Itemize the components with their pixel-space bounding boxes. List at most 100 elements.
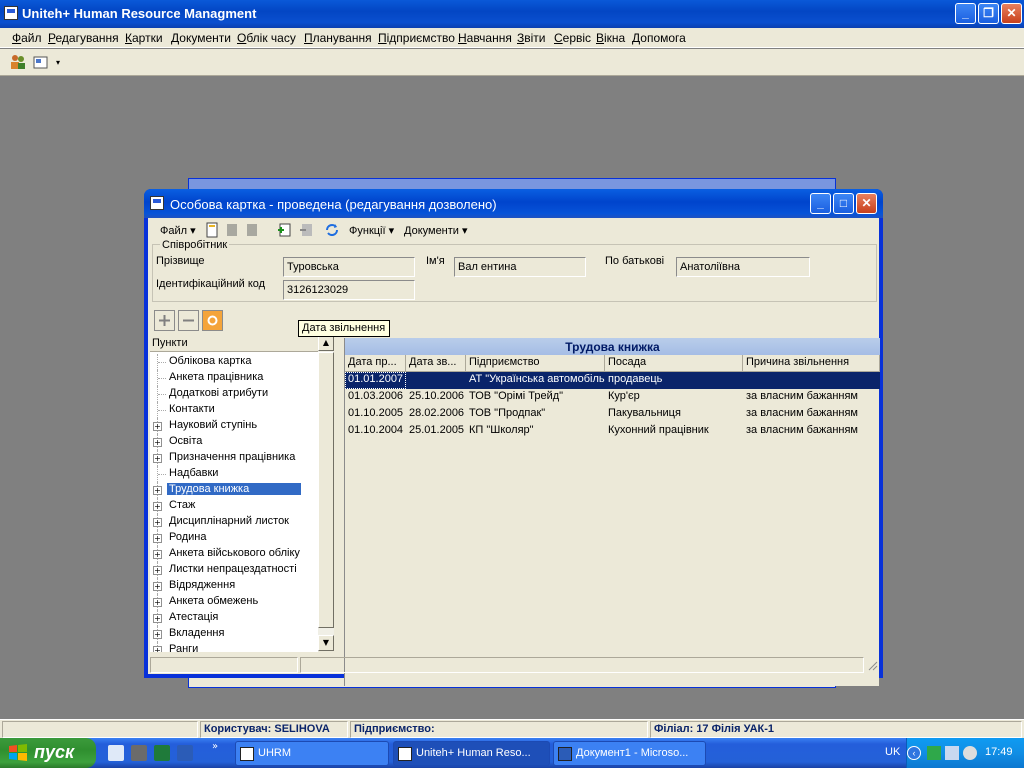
display-icon[interactable]: [945, 746, 959, 760]
dialog-close-button[interactable]: ✕: [856, 193, 877, 214]
resize-grip-icon[interactable]: [866, 659, 878, 671]
menu-enterprise[interactable]: Підприємство: [378, 31, 455, 45]
start-button[interactable]: пуск: [0, 738, 96, 768]
remove-item-button[interactable]: [178, 310, 199, 331]
tree-item[interactable]: Контакти: [150, 402, 318, 418]
expand-toggle-icon[interactable]: +: [153, 646, 162, 652]
minimize-button[interactable]: _: [955, 3, 976, 24]
volume-icon[interactable]: [963, 746, 977, 760]
expand-toggle-icon[interactable]: +: [153, 614, 162, 623]
expand-toggle-icon[interactable]: +: [153, 454, 162, 463]
tree-item[interactable]: + Освіта: [150, 434, 318, 450]
paste-icon[interactable]: [244, 222, 260, 238]
delete-record-icon[interactable]: [298, 222, 314, 238]
tree-item[interactable]: + Ранги: [150, 642, 318, 652]
column-header-hire-date[interactable]: Дата пр...: [345, 355, 406, 372]
tree-item[interactable]: + Відрядження: [150, 578, 318, 594]
tree-item[interactable]: + Листки непрацездатності: [150, 562, 318, 578]
name-field[interactable]: Вал ентина: [454, 257, 586, 277]
dialog-menu-documents[interactable]: Документи ▾: [404, 224, 468, 237]
dialog-menu-functions[interactable]: Функції ▾: [349, 224, 394, 237]
menu-service[interactable]: Сервіс: [554, 31, 591, 45]
tree-item[interactable]: + Дисциплінарний листок: [150, 514, 318, 530]
tree-item[interactable]: + Атестація: [150, 610, 318, 626]
menu-training[interactable]: Навчання: [458, 31, 512, 45]
tree-item[interactable]: + Стаж: [150, 498, 318, 514]
menu-edit[interactable]: Редагування: [48, 31, 119, 45]
expand-toggle-icon[interactable]: +: [153, 518, 162, 527]
language-indicator[interactable]: UK: [885, 746, 900, 758]
table-row[interactable]: 01.03.2006 25.10.2006 ТОВ "Орімі Трейд" Кур…: [345, 389, 880, 406]
expand-toggle-icon[interactable]: +: [153, 598, 162, 607]
scroll-up-button[interactable]: ▲: [318, 335, 334, 351]
people-icon[interactable]: [9, 53, 27, 71]
tree-item[interactable]: + Анкета обмежень: [150, 594, 318, 610]
expand-toggle-icon[interactable]: +: [153, 502, 162, 511]
add-record-icon[interactable]: [276, 222, 292, 238]
tree-item[interactable]: + Призначення працівника: [150, 450, 318, 466]
card-icon[interactable]: [32, 53, 50, 71]
dialog-maximize-button[interactable]: □: [833, 193, 854, 214]
column-header-dismissal-date[interactable]: Дата зв...: [406, 355, 466, 372]
dialog-minimize-button[interactable]: _: [810, 193, 831, 214]
expand-toggle-icon[interactable]: +: [153, 486, 162, 495]
network-icon[interactable]: [927, 746, 941, 760]
tree-item[interactable]: + Вкладення: [150, 626, 318, 642]
expand-toggle-icon[interactable]: +: [153, 534, 162, 543]
tree-item[interactable]: Облікова картка: [150, 354, 318, 370]
copy-icon[interactable]: [224, 222, 240, 238]
dropdown-arrow-icon[interactable]: ▾: [56, 58, 60, 67]
tree-item[interactable]: + Трудова книжка: [150, 482, 318, 498]
tree-item-label: Листки непрацездатності: [169, 563, 297, 575]
tree-item[interactable]: Надбавки: [150, 466, 318, 482]
tree-item[interactable]: + Анкета військового обліку: [150, 546, 318, 562]
add-item-button[interactable]: [154, 310, 175, 331]
tree-item[interactable]: + Науковий ступінь: [150, 418, 318, 434]
column-header-enterprise[interactable]: Підприємство: [466, 355, 605, 372]
table-row[interactable]: 01.10.2005 28.02.2006 ТОВ "Продпак" Пакувал…: [345, 406, 880, 423]
menu-file[interactable]: Файл: [12, 31, 42, 45]
id-code-field[interactable]: 3126123029: [283, 280, 415, 300]
scroll-thumb[interactable]: [318, 352, 334, 628]
menu-cards[interactable]: Картки: [125, 31, 163, 45]
quicklaunch-expand-icon[interactable]: »: [212, 741, 218, 752]
expand-toggle-icon[interactable]: +: [153, 438, 162, 447]
close-button[interactable]: ✕: [1001, 3, 1022, 24]
scroll-down-button[interactable]: ▼: [318, 635, 334, 651]
tree-scrollbar[interactable]: ▲ ▼: [318, 335, 334, 651]
tray-expand-icon[interactable]: ‹: [907, 746, 921, 760]
task-uniteh[interactable]: Uniteh+ Human Reso...: [393, 741, 550, 766]
task-uhrm[interactable]: UHRM: [235, 741, 389, 766]
expand-toggle-icon[interactable]: +: [153, 550, 162, 559]
patronymic-field[interactable]: Анатоліївна: [676, 257, 810, 277]
ie-icon[interactable]: [108, 745, 124, 761]
column-header-position[interactable]: Посада: [605, 355, 743, 372]
menu-windows[interactable]: Вікна: [596, 31, 625, 45]
column-header-dismissal-reason[interactable]: Причина звільнення: [743, 355, 880, 372]
table-row[interactable]: 01.10.2004 25.01.2005 КП "Школяр" Кухонний …: [345, 423, 880, 440]
surname-field[interactable]: Туровська: [283, 257, 415, 277]
tree-item[interactable]: Анкета працівника: [150, 370, 318, 386]
expand-toggle-icon[interactable]: +: [153, 566, 162, 575]
reload-button[interactable]: [202, 310, 223, 331]
table-row[interactable]: 01.01.2007 АТ "Українська автомобільна ко…: [345, 372, 880, 389]
excel-icon[interactable]: [154, 745, 170, 761]
expand-toggle-icon[interactable]: +: [153, 582, 162, 591]
tree-item[interactable]: Додаткові атрибути: [150, 386, 318, 402]
expand-toggle-icon[interactable]: +: [153, 630, 162, 639]
desktop-icon[interactable]: [131, 745, 147, 761]
menu-documents[interactable]: Документи: [171, 31, 231, 45]
tree-item-label: Відрядження: [169, 579, 236, 591]
menu-planning[interactable]: Планування: [304, 31, 372, 45]
restore-button[interactable]: ❐: [978, 3, 999, 24]
task-word-document[interactable]: Документ1 - Microso...: [553, 741, 706, 766]
tree-item[interactable]: + Родина: [150, 530, 318, 546]
dialog-menu-file[interactable]: Файл ▾: [160, 224, 196, 237]
refresh-icon[interactable]: [324, 222, 340, 238]
new-document-icon[interactable]: [204, 222, 220, 238]
menu-time[interactable]: Облік часу: [237, 31, 296, 45]
menu-reports[interactable]: Звіти: [517, 31, 546, 45]
menu-help[interactable]: Допомога: [632, 31, 686, 45]
expand-toggle-icon[interactable]: +: [153, 422, 162, 431]
word-icon[interactable]: [177, 745, 193, 761]
